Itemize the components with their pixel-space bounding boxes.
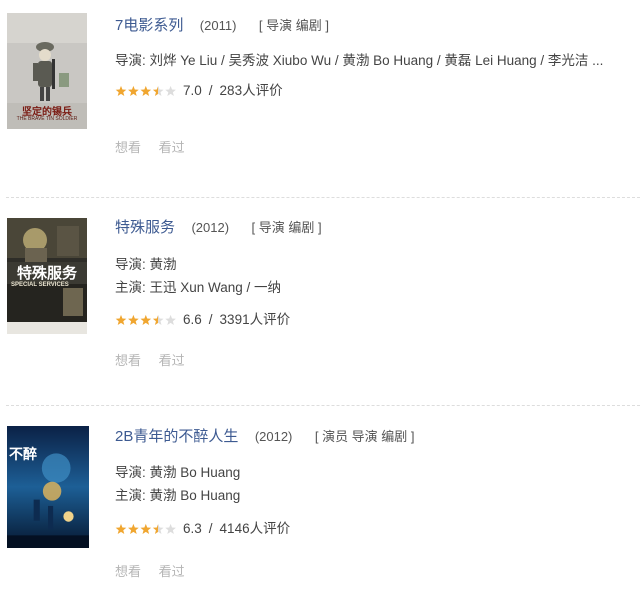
movie-info: 7电影系列 (2011) [ 导演 编剧 ] 导演: 刘烨 Ye Liu / 吴…: [115, 15, 640, 156]
star-icon: [140, 86, 152, 97]
movie-year: (2012): [191, 220, 230, 235]
director-line: 导演: 黄渤 Bo Huang: [115, 465, 241, 480]
rating-separator: /: [208, 521, 213, 536]
want-to-watch-button[interactable]: 想看: [115, 564, 141, 579]
movie-poster[interactable]: 不醉: [7, 426, 89, 548]
star-icon: [165, 86, 176, 97]
star-icon: [140, 315, 152, 326]
title-row: 特殊服务 (2012) [ 导演 编剧 ]: [115, 217, 640, 239]
star-rating: [115, 85, 177, 97]
stars-graphic: [115, 524, 176, 535]
rating-row: 7.0 / 283人评价: [115, 81, 640, 101]
movie-roles: [ 演员 导演 编剧 ]: [314, 429, 415, 444]
watched-button[interactable]: 看过: [159, 564, 185, 579]
star-icon: [128, 86, 139, 97]
director-line: 导演: 刘烨 Ye Liu / 吴秀波 Xiubo Wu / 黄渤 Bo Hua…: [115, 53, 604, 68]
rating-score: 6.3: [183, 521, 202, 536]
star-icon: [128, 315, 139, 326]
rating-votes: 3391人评价: [219, 312, 291, 327]
divider: [6, 197, 640, 198]
cast-line: 主演: 黄渤 Bo Huang: [115, 488, 241, 503]
rating-row: 6.3 / 4146人评价: [115, 519, 640, 539]
rating-row: 6.6 / 3391人评价: [115, 310, 640, 330]
star-icon: [165, 315, 176, 326]
movie-roles: [ 导演 编剧 ]: [251, 220, 322, 235]
cast-line: 主演: 王迅 Xun Wang / 一纳: [115, 280, 282, 295]
rating-score: 6.6: [183, 312, 202, 327]
movie-year: (2012): [254, 429, 293, 444]
movie-info: 2B青年的不醉人生 (2012) [ 演员 导演 编剧 ] 导演: 黄渤 Bo …: [115, 426, 640, 580]
poster-caption: 特殊服务: [16, 265, 77, 282]
star-icon: [165, 524, 176, 535]
watched-button[interactable]: 看过: [159, 353, 185, 368]
movie-title-link[interactable]: 7电影系列: [115, 17, 183, 34]
movie-roles: [ 导演 编剧 ]: [258, 18, 329, 33]
rating-separator: /: [208, 312, 213, 327]
star-icon: [152, 524, 164, 535]
star-icon: [140, 524, 152, 535]
list-item: 坚定的锡兵 THE BRAVE TIN SOLDIER 7电影系列 (2011)…: [0, 0, 640, 190]
star-icon: [115, 86, 127, 97]
rating-separator: /: [208, 83, 213, 98]
want-to-watch-button[interactable]: 想看: [115, 353, 141, 368]
actions: 想看 看过: [115, 561, 640, 580]
star-icon: [152, 86, 164, 97]
poster-subcaption: THE BRAVE TIN SOLDIER: [16, 116, 78, 122]
movie-poster[interactable]: 特殊服务 SPECIAL SERVICES: [7, 218, 87, 334]
divider: [6, 405, 640, 406]
list-item: 不醉 2B青年的不醉人生 (2012) [ 演员 导演 编剧 ] 导演: 黄渤 …: [0, 408, 640, 591]
actions: 想看 看过: [115, 137, 640, 156]
star-rating: [115, 314, 177, 326]
poster-subcaption: SPECIAL SERVICES: [11, 282, 69, 288]
rating-votes: 283人评价: [219, 83, 283, 98]
movie-list: 坚定的锡兵 THE BRAVE TIN SOLDIER 7电影系列 (2011)…: [0, 0, 640, 591]
rating-score: 7.0: [183, 83, 202, 98]
movie-title-link[interactable]: 特殊服务: [115, 219, 175, 236]
star-icon: [115, 315, 127, 326]
stars-graphic: [115, 315, 176, 326]
title-row: 7电影系列 (2011) [ 导演 编剧 ]: [115, 15, 640, 37]
movie-info: 特殊服务 (2012) [ 导演 编剧 ] 导演: 黄渤 主演: 王迅 Xun …: [115, 217, 640, 369]
list-item: 特殊服务 SPECIAL SERVICES 特殊服务 (2012) [ 导演 编…: [0, 200, 640, 400]
stars-graphic: [115, 86, 176, 97]
star-icon: [128, 524, 139, 535]
star-icon: [115, 524, 127, 535]
poster-caption: 不醉: [9, 446, 37, 462]
director-line: 导演: 黄渤: [115, 257, 177, 272]
movie-year: (2011): [199, 18, 237, 33]
actions: 想看 看过: [115, 350, 640, 369]
movie-title-link[interactable]: 2B青年的不醉人生: [115, 428, 238, 445]
rating-votes: 4146人评价: [219, 521, 291, 536]
movie-poster[interactable]: 坚定的锡兵 THE BRAVE TIN SOLDIER: [7, 13, 87, 129]
star-icon: [152, 315, 164, 326]
watched-button[interactable]: 看过: [159, 140, 185, 155]
want-to-watch-button[interactable]: 想看: [115, 140, 141, 155]
title-row: 2B青年的不醉人生 (2012) [ 演员 导演 编剧 ]: [115, 426, 640, 448]
star-rating: [115, 523, 177, 535]
